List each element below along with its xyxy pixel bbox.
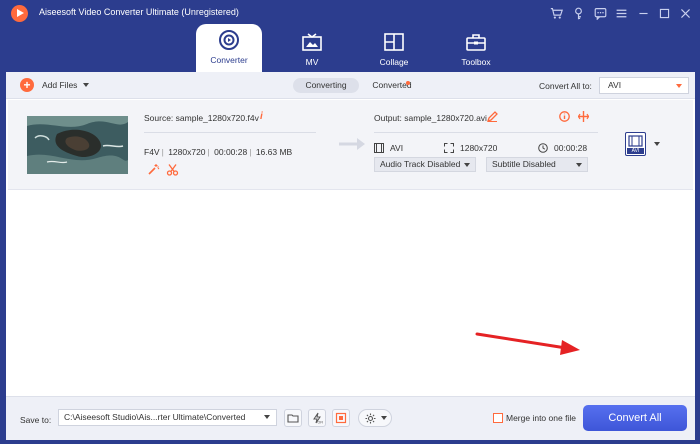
tab-label: MV bbox=[305, 57, 319, 67]
app-title: Aiseesoft Video Converter Ultimate (Unre… bbox=[39, 7, 239, 17]
scissors-icon[interactable] bbox=[166, 163, 179, 176]
source-size: 16.63 MB bbox=[255, 147, 293, 157]
format-select-value: AVI bbox=[608, 80, 622, 90]
converter-toolbar: + Add Files Converting Converted Convert… bbox=[6, 72, 695, 99]
output-format-value: AVI bbox=[390, 143, 404, 153]
key-icon[interactable] bbox=[570, 5, 586, 21]
source-format: F4V bbox=[144, 147, 160, 157]
chevron-down-icon bbox=[464, 163, 470, 167]
film-icon bbox=[374, 143, 384, 153]
save-to-label: Save to: bbox=[20, 415, 52, 425]
subtitle-dropdown[interactable]: Subtitle Disabled bbox=[486, 157, 588, 172]
output-duration-value: 00:00:28 bbox=[554, 143, 588, 153]
output-resolution: 1280x720 bbox=[444, 143, 497, 153]
mv-icon bbox=[279, 31, 345, 53]
menu-icon[interactable] bbox=[613, 5, 629, 21]
resize-icon bbox=[444, 143, 454, 153]
plus-icon: + bbox=[20, 78, 34, 92]
tab-converting[interactable]: Converting bbox=[293, 78, 359, 93]
gpu-icon bbox=[335, 412, 347, 424]
tab-converter[interactable]: Converter bbox=[196, 24, 262, 72]
output-resolution-value: 1280x720 bbox=[460, 143, 498, 153]
feedback-icon[interactable] bbox=[592, 5, 608, 21]
divider bbox=[144, 132, 316, 133]
tab-collage[interactable]: Collage bbox=[361, 26, 427, 72]
audio-track-value: Audio Track Disabled bbox=[380, 159, 461, 169]
title-bar: Aiseesoft Video Converter Ultimate (Unre… bbox=[0, 0, 700, 26]
collage-icon bbox=[361, 31, 427, 53]
source-meta: F4V | 1280x720 | 00:00:28 | 16.63 MB bbox=[144, 147, 293, 157]
source-filename: Source: sample_1280x720.f4v bbox=[144, 113, 259, 123]
converter-icon bbox=[196, 29, 262, 51]
output-format-badge[interactable]: AVI bbox=[625, 132, 646, 156]
maximize-icon[interactable] bbox=[656, 5, 672, 21]
chevron-down-icon[interactable] bbox=[654, 142, 660, 146]
clock-icon bbox=[538, 143, 548, 153]
annotation-arrow bbox=[474, 331, 584, 359]
bottom-bar: Save to: C:\Aiseesoft Studio\Ais...rter … bbox=[6, 396, 695, 440]
chevron-down-icon bbox=[381, 416, 387, 420]
tab-label: Converter bbox=[210, 55, 248, 65]
save-path-value: C:\Aiseesoft Studio\Ais...rter Ultimate\… bbox=[64, 412, 246, 422]
folder-icon bbox=[287, 414, 299, 423]
output-format: AVI bbox=[374, 143, 403, 153]
output-info-icon[interactable] bbox=[559, 111, 570, 124]
svg-text:OFF: OFF bbox=[318, 421, 324, 425]
converter-pane: + Add Files Converting Converted Convert… bbox=[6, 72, 695, 440]
merge-label: Merge into one file bbox=[506, 413, 576, 423]
info-icon[interactable]: i bbox=[260, 111, 263, 122]
edit-icon[interactable] bbox=[486, 111, 498, 124]
divider bbox=[374, 132, 598, 133]
split-icon[interactable] bbox=[577, 111, 590, 124]
merge-checkbox[interactable] bbox=[493, 413, 503, 423]
output-duration: 00:00:28 bbox=[538, 143, 587, 153]
subtitle-value: Subtitle Disabled bbox=[492, 159, 556, 169]
chevron-down-icon bbox=[676, 84, 682, 88]
convert-all-to-label: Convert All to: bbox=[539, 81, 592, 91]
badge-format-label: AVI bbox=[631, 148, 640, 154]
app-window: Aiseesoft Video Converter Ultimate (Unre… bbox=[0, 0, 700, 444]
output-filename: Output: sample_1280x720.avi bbox=[374, 113, 487, 123]
settings-button[interactable] bbox=[358, 409, 392, 427]
add-files-button[interactable]: + Add Files bbox=[20, 77, 90, 93]
lightning-off-icon: OFF bbox=[313, 412, 324, 425]
video-thumbnail[interactable] bbox=[27, 116, 128, 174]
audio-track-dropdown[interactable]: Audio Track Disabled bbox=[374, 157, 476, 172]
save-path-select[interactable]: C:\Aiseesoft Studio\Ais...rter Ultimate\… bbox=[58, 409, 277, 426]
convert-all-button[interactable]: Convert All bbox=[583, 405, 687, 431]
tab-label: Collage bbox=[379, 57, 409, 67]
open-folder-button[interactable] bbox=[284, 409, 302, 427]
tab-toolbox[interactable]: Toolbox bbox=[443, 26, 509, 72]
minimize-icon[interactable] bbox=[635, 5, 651, 21]
gpu-accel-button[interactable] bbox=[332, 409, 350, 427]
file-item: Source: sample_1280x720.f4v i F4V | 1280x… bbox=[8, 100, 693, 190]
hardware-accel-off-button[interactable]: OFF bbox=[308, 409, 326, 427]
source-duration: 00:00:28 bbox=[214, 147, 248, 157]
tab-mv[interactable]: MV bbox=[279, 26, 345, 72]
chevron-down-icon bbox=[264, 415, 270, 419]
arrow-right-icon bbox=[339, 137, 367, 153]
close-icon[interactable] bbox=[677, 5, 693, 21]
chevron-down-icon bbox=[576, 163, 582, 167]
add-files-label: Add Files bbox=[42, 80, 78, 90]
app-logo-icon bbox=[11, 5, 28, 22]
source-resolution: 1280x720 bbox=[168, 147, 206, 157]
convert-all-format-select[interactable]: AVI bbox=[599, 77, 689, 94]
toolbox-icon bbox=[443, 31, 509, 53]
chevron-down-icon[interactable] bbox=[83, 83, 90, 87]
magic-wand-icon[interactable] bbox=[147, 163, 160, 176]
notification-dot bbox=[406, 81, 410, 85]
gear-icon bbox=[365, 413, 376, 423]
tab-label: Toolbox bbox=[461, 57, 491, 67]
cart-icon[interactable] bbox=[548, 5, 564, 21]
